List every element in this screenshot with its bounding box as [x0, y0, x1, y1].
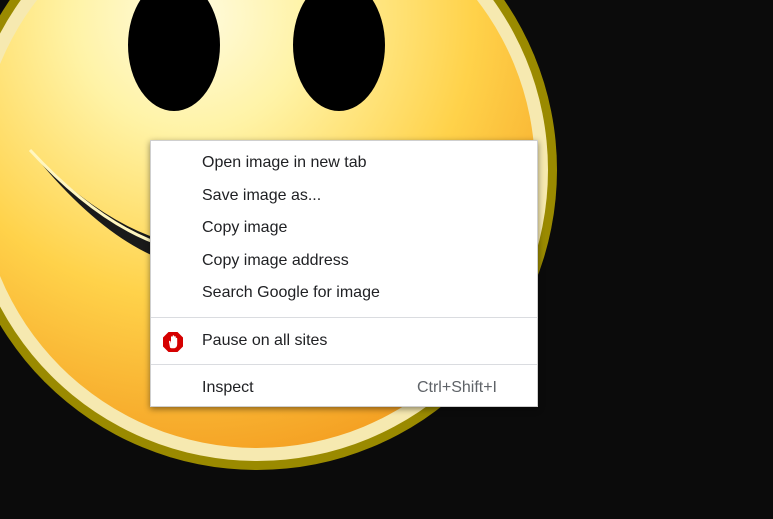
menu-item-save-image-as[interactable]: Save image as... [151, 180, 537, 213]
menu-item-open-image-new-tab[interactable]: Open image in new tab [151, 147, 537, 180]
menu-item-search-google-for-image[interactable]: Search Google for image [151, 277, 537, 310]
menu-item-label: Pause on all sites [202, 331, 328, 349]
menu-item-shortcut: Ctrl+Shift+I [416, 379, 497, 396]
menu-item-copy-image[interactable]: Copy image [151, 212, 537, 245]
menu-item-pause-on-all-sites[interactable]: Pause on all sites [151, 325, 537, 358]
menu-item-label: Search Google for image [202, 284, 380, 301]
menu-item-label: Save image as... [202, 186, 322, 204]
menu-separator [151, 316, 537, 318]
menu-item-label: Open image in new tab [202, 154, 367, 171]
menu-item-label: Copy image address [202, 251, 349, 269]
menu-item-inspect[interactable]: Inspect Ctrl+Shift+I [151, 372, 537, 405]
menu-separator [151, 364, 537, 365]
context-menu: Open image in new tab Save image as... C… [150, 140, 538, 407]
page-background: Open image in new tab Save image as... C… [0, 0, 773, 519]
stop-hand-icon [163, 331, 183, 352]
menu-item-label: Inspect [202, 379, 254, 396]
menu-item-copy-image-address[interactable]: Copy image address [151, 245, 537, 278]
menu-item-label: Copy image [202, 219, 288, 236]
